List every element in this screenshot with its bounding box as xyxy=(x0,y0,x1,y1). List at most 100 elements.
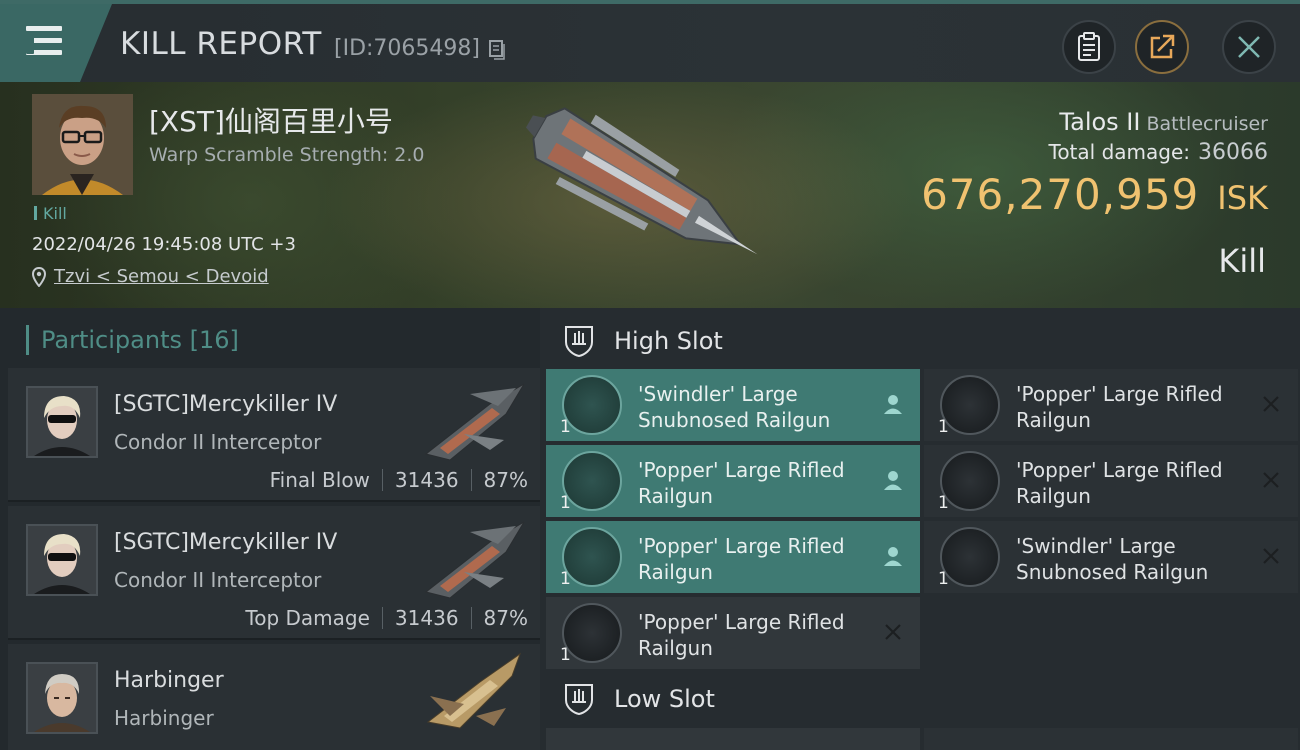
kill-location[interactable]: Tzvi < Semou < Devoid xyxy=(32,266,269,287)
kill-tag: Kill xyxy=(34,204,67,223)
participant-damage: 31436 xyxy=(394,606,459,630)
module-name: 'Popper' Large Rifled Railgun xyxy=(1016,382,1223,432)
warp-scramble-strength: Warp Scramble Strength: 2.0 xyxy=(149,144,425,166)
close-icon xyxy=(885,624,901,640)
share-button[interactable] xyxy=(1135,20,1189,74)
participant-stats: Final Blow 31436 87% xyxy=(270,468,528,492)
fitting-panel: High Slot 1 'Swindler' Large Snubnosed R… xyxy=(540,308,1300,750)
low-slot-title: Low Slot xyxy=(614,685,715,713)
victim-summary: [XST]仙阁百里小号 Warp Scramble Strength: 2.0 … xyxy=(0,82,1300,308)
close-icon xyxy=(1263,396,1279,412)
railgun-icon xyxy=(562,375,622,435)
module-name: 'Popper' Large Rifled Railgun xyxy=(638,534,845,584)
participant-row[interactable]: [SGTC]Mercykiller IV Condor II Intercept… xyxy=(8,368,540,502)
participant-portrait[interactable] xyxy=(26,524,98,596)
railgun-icon xyxy=(562,603,622,663)
participants-header: Participants [16] xyxy=(26,325,239,355)
railgun-icon xyxy=(940,527,1000,587)
participant-damage: 31436 xyxy=(394,468,459,492)
participant-name[interactable]: [SGTC]Mercykiller IV xyxy=(114,530,337,555)
location-pin-icon xyxy=(32,266,46,287)
page-title: KILL REPORT xyxy=(120,26,322,62)
participant-row[interactable]: [SGTC]Mercykiller IV Condor II Intercept… xyxy=(8,506,540,640)
participant-ship: Harbinger xyxy=(114,706,214,730)
isk-amount: 676,270,959 xyxy=(921,170,1200,219)
module-item[interactable]: 1 'Swindler' Large Snubnosed Railgun xyxy=(546,369,920,441)
victim-name[interactable]: [XST]仙阁百里小号 xyxy=(149,100,393,140)
participants-panel: Participants [16] [SGTC]Mercykiller IV C… xyxy=(0,308,540,750)
railgun-icon xyxy=(940,451,1000,511)
result-label: Kill xyxy=(1218,242,1266,280)
hamburger-menu-icon xyxy=(26,26,62,56)
participant-row[interactable]: Harbinger Harbinger xyxy=(8,644,540,750)
module-quantity: 1 xyxy=(938,417,949,437)
victim-ship-image xyxy=(525,107,758,255)
clipboard-icon xyxy=(1078,32,1100,61)
close-button[interactable] xyxy=(1222,20,1276,74)
low-slot-icon xyxy=(565,684,593,716)
close-icon xyxy=(1263,548,1279,564)
kill-timestamp: 2022/04/26 19:45:08 UTC +3 xyxy=(32,234,296,255)
participant-percent: 87% xyxy=(483,606,528,630)
high-slot-title: High Slot xyxy=(614,327,723,355)
module-item[interactable]: 1 'Popper' Large Rifled Railgun xyxy=(546,597,920,669)
railgun-icon xyxy=(562,451,622,511)
close-icon xyxy=(1238,36,1260,58)
total-damage: Total damage: 36066 xyxy=(1049,140,1269,165)
copy-id-icon[interactable] xyxy=(489,40,506,60)
participant-name[interactable]: [SGTC]Mercykiller IV xyxy=(114,392,337,417)
user-icon xyxy=(884,471,902,490)
participant-ship: Condor II Interceptor xyxy=(114,568,322,592)
participant-portrait[interactable] xyxy=(26,662,98,734)
low-slot-header: Low Slot xyxy=(562,682,715,716)
module-item[interactable]: 1 'Popper' Large Rifled Railgun xyxy=(546,445,920,517)
module-name: 'Popper' Large Rifled Railgun xyxy=(638,610,845,660)
victim-ship: Talos II Battlecruiser xyxy=(1059,108,1268,136)
ship-name[interactable]: Talos II xyxy=(1059,108,1140,136)
participant-ship-image xyxy=(424,383,525,461)
participant-ship-image xyxy=(426,652,522,729)
railgun-icon xyxy=(940,375,1000,435)
participant-percent: 87% xyxy=(483,468,528,492)
ship-class: Battlecruiser xyxy=(1146,113,1268,135)
total-damage-label: Total damage: xyxy=(1048,140,1191,164)
report-id: [ID:7065498] xyxy=(334,36,480,61)
module-quantity: 1 xyxy=(560,417,571,437)
share-icon xyxy=(1150,34,1175,59)
participant-portrait[interactable] xyxy=(26,386,98,458)
location-link[interactable]: Tzvi < Semou < Devoid xyxy=(54,266,269,287)
top-bar: KILL REPORT [ID:7065498] xyxy=(0,0,1300,82)
module-item-partial[interactable] xyxy=(546,728,920,750)
module-quantity: 1 xyxy=(938,569,949,589)
high-slot-icon xyxy=(565,326,593,358)
total-damage-value: 36066 xyxy=(1198,140,1268,165)
module-item[interactable]: 1 'Swindler' Large Snubnosed Railgun xyxy=(924,521,1298,593)
high-slot-header: High Slot xyxy=(562,324,723,358)
participant-role: Final Blow xyxy=(269,468,370,492)
clipboard-button[interactable] xyxy=(1062,20,1116,74)
module-quantity: 1 xyxy=(938,493,949,513)
module-quantity: 1 xyxy=(560,645,571,665)
user-icon xyxy=(884,547,902,566)
participant-role: Top Damage xyxy=(245,606,370,630)
module-item[interactable]: 1 'Popper' Large Rifled Railgun xyxy=(924,445,1298,517)
railgun-icon xyxy=(562,527,622,587)
victim-portrait[interactable] xyxy=(32,94,133,195)
module-name: 'Popper' Large Rifled Railgun xyxy=(1016,458,1223,508)
participant-name[interactable]: Harbinger xyxy=(114,668,224,693)
module-name: 'Swindler' Large Snubnosed Railgun xyxy=(638,382,831,432)
user-icon xyxy=(884,395,902,414)
participants-count: [16] xyxy=(189,326,239,354)
participant-ship-image xyxy=(424,521,525,599)
isk-value: 676,270,959 ISK xyxy=(921,170,1268,219)
menu-button[interactable] xyxy=(0,4,112,82)
module-item[interactable]: 1 'Popper' Large Rifled Railgun xyxy=(546,521,920,593)
module-name: 'Popper' Large Rifled Railgun xyxy=(638,458,845,508)
module-item[interactable]: 1 'Popper' Large Rifled Railgun xyxy=(924,369,1298,441)
close-icon xyxy=(1263,472,1279,488)
participant-stats: Top Damage 31436 87% xyxy=(245,606,528,630)
module-name: 'Swindler' Large Snubnosed Railgun xyxy=(1016,534,1209,584)
module-quantity: 1 xyxy=(560,493,571,513)
module-item-partial[interactable] xyxy=(924,728,1298,750)
participants-title: Participants xyxy=(41,326,182,354)
